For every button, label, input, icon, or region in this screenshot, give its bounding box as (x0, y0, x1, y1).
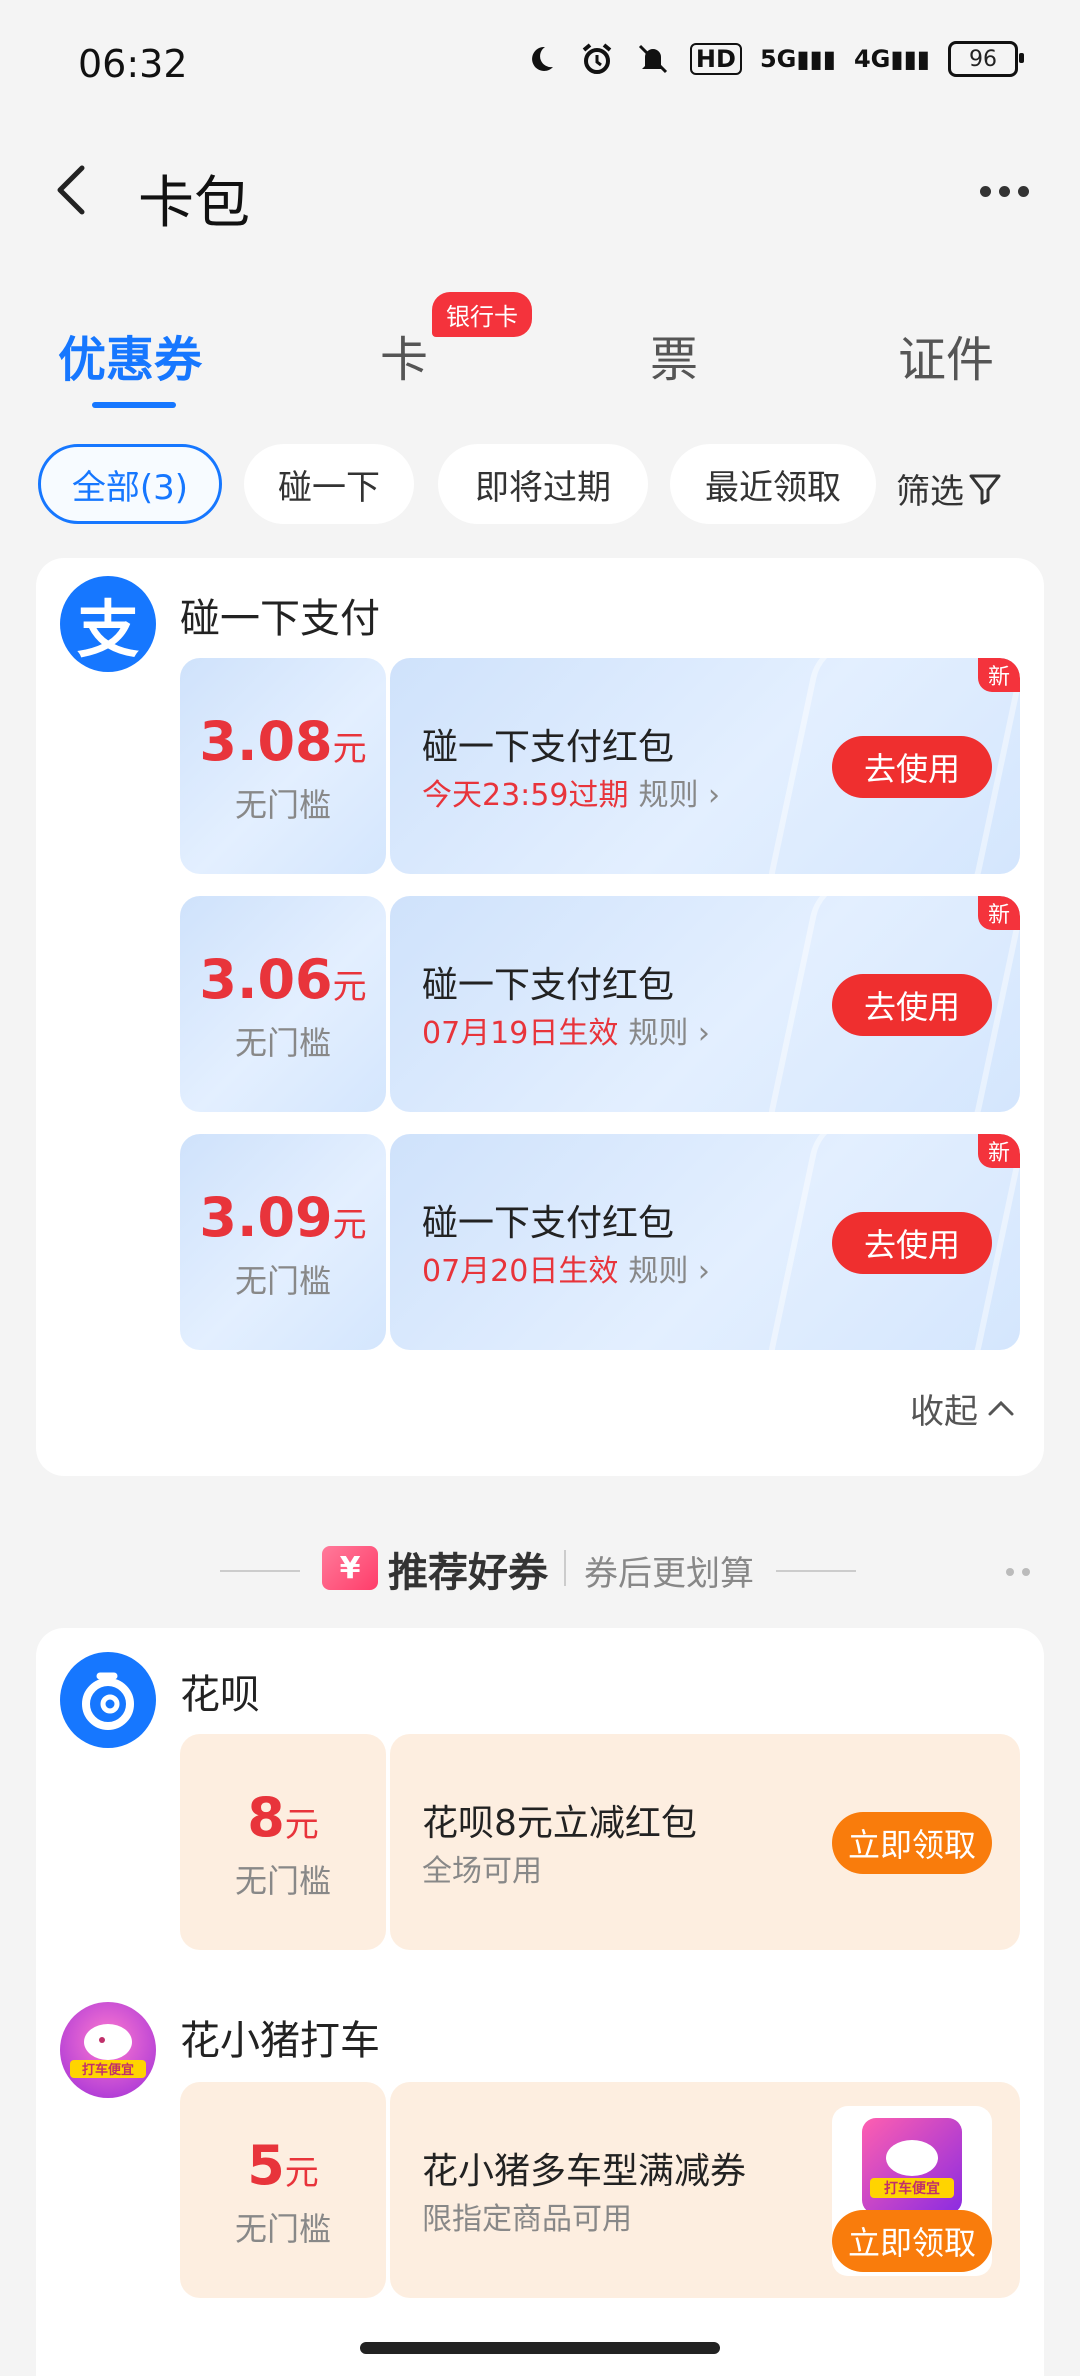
battery-level: 96 (969, 46, 997, 72)
coupon-amount: 3.09元 (199, 1186, 367, 1249)
coupon-scope: 限指定商品可用 (422, 2202, 632, 2237)
more-dots-icon[interactable] (1006, 1568, 1030, 1576)
coupon-amount-panel: 3.09元 无门槛 (180, 1134, 386, 1350)
hd-icon: HD (689, 43, 742, 75)
huaxiaozhu-app-icon: 打车便宜 (862, 2118, 962, 2214)
coupon-title: 碰一下支付红包 (422, 1203, 675, 1244)
coupon-amount-panel: 5元 无门槛 (180, 2082, 386, 2298)
merchant-name: 花小猪打车 (180, 2018, 380, 2064)
alarm-icon (578, 40, 616, 78)
use-button[interactable]: 去使用 (832, 1212, 992, 1274)
new-badge: 新 (978, 1134, 1020, 1168)
coupon-amount-panel: 8元 无门槛 (180, 1734, 386, 1950)
coupon-amount-panel: 3.06元 无门槛 (180, 896, 386, 1112)
coupon-status: 07月20日生效 规则 › (422, 1254, 710, 1289)
tab-coupons[interactable]: 优惠券 (58, 320, 202, 390)
merchant-name: 碰一下支付 (180, 596, 380, 642)
signal-4g-icon: 4G▮▮▮ (853, 45, 930, 73)
use-button[interactable]: 去使用 (832, 974, 992, 1036)
coupon-title: 碰一下支付红包 (422, 965, 675, 1006)
tab-tickets[interactable]: 票 (650, 320, 698, 390)
coupon-amount: 3.08元 (199, 710, 367, 773)
huabei-logo (60, 1652, 156, 1748)
chip-recent[interactable]: 最近领取 (670, 444, 876, 524)
back-icon[interactable] (44, 160, 104, 220)
status-icons: HD 5G▮▮▮ 4G▮▮▮ 96 (522, 40, 1024, 78)
home-indicator[interactable] (360, 2342, 720, 2354)
coupon-threshold: 无门槛 (234, 1862, 331, 1900)
coupon-threshold: 无门槛 (234, 2210, 331, 2248)
coupon-yen-icon: ¥ (322, 1546, 378, 1590)
coupon-item[interactable]: 3.08元 无门槛 碰一下支付红包 今天23:59过期 规则 › 去使用 新 (180, 658, 1020, 874)
claim-button[interactable]: 立即领取 (832, 2210, 992, 2272)
nav-bar: 卡包 (0, 140, 1080, 240)
svg-text:打车便宜: 打车便宜 (82, 2062, 134, 2078)
merchant-name: 花呗 (180, 1672, 260, 1718)
coupon-info-panel: 碰一下支付红包 今天23:59过期 规则 › 去使用 新 (390, 658, 1020, 874)
claim-button[interactable]: 立即领取 (832, 1812, 992, 1874)
coupon-threshold: 无门槛 (234, 1024, 331, 1062)
more-icon[interactable] (980, 176, 1040, 206)
coupon-title: 花呗8元立减红包 (422, 1803, 697, 1844)
collapse-label: 收起 (910, 1392, 978, 1432)
coupon-scope: 全场可用 (422, 1854, 542, 1889)
chevron-up-icon (988, 1400, 1014, 1415)
coupon-info-panel: 花呗8元立减红包 全场可用 立即领取 (390, 1734, 1020, 1950)
active-tab-indicator (92, 402, 176, 408)
coupon-amount: 5元 (247, 2134, 319, 2197)
coupon-title: 花小猪多车型满减券 (422, 2151, 747, 2192)
filter-chips: 全部(3) 碰一下 即将过期 最近领取 筛选 (38, 444, 1048, 528)
rule-link[interactable]: 规则 › (628, 1254, 710, 1289)
bank-card-badge: 银行卡 (432, 292, 532, 337)
recommend-title: 推荐好券 (388, 1550, 548, 1596)
coupon-amount: 3.06元 (199, 948, 367, 1011)
rule-link[interactable]: 规则 › (638, 778, 720, 813)
coupon-status: 今天23:59过期 规则 › (422, 778, 721, 813)
coupon-status: 07月19日生效 规则 › (422, 1016, 710, 1051)
coupon-item[interactable]: 3.09元 无门槛 碰一下支付红包 07月20日生效 规则 › 去使用 新 (180, 1134, 1020, 1350)
coupon-info-panel: 花小猪多车型满减券 限指定商品可用 打车便宜 立即领取 (390, 2082, 1020, 2298)
coupon-title: 碰一下支付红包 (422, 727, 675, 768)
tab-ids[interactable]: 证件 (898, 320, 994, 390)
recommend-card: 花呗 8元 无门槛 花呗8元立减红包 全场可用 立即领取 打车便宜 花小猪打车 … (36, 1628, 1044, 2376)
coupon-threshold: 无门槛 (234, 1262, 331, 1300)
divider-line (220, 1570, 300, 1572)
chip-expiring[interactable]: 即将过期 (438, 444, 648, 524)
recommend-header: ¥ 推荐好券 券后更划算 (0, 1540, 1080, 1600)
alipay-logo: 支 (60, 576, 156, 672)
tab-bar: 优惠券 卡 票 证件 (0, 310, 1080, 410)
coupon-item[interactable]: 5元 无门槛 花小猪多车型满减券 限指定商品可用 打车便宜 立即领取 (180, 2082, 1020, 2298)
status-time: 06:32 (78, 42, 188, 86)
battery-icon: 96 (948, 41, 1024, 77)
filter-label: 筛选 (896, 472, 964, 512)
signal-5g-icon: 5G▮▮▮ (759, 45, 836, 73)
tab-cards[interactable]: 卡 (380, 320, 428, 390)
chip-tap[interactable]: 碰一下 (244, 444, 414, 524)
coupon-item[interactable]: 8元 无门槛 花呗8元立减红包 全场可用 立即领取 (180, 1734, 1020, 1950)
rule-link[interactable]: 规则 › (628, 1016, 710, 1051)
merchant-card-tap-pay: 支 碰一下支付 3.08元 无门槛 碰一下支付红包 今天23:59过期 规则 › … (36, 558, 1044, 1476)
huaxiaozhu-logo: 打车便宜 (60, 2002, 156, 2098)
new-badge: 新 (978, 896, 1020, 930)
separator (564, 1550, 566, 1586)
coupon-amount: 8元 (247, 1786, 319, 1849)
coupon-item[interactable]: 3.06元 无门槛 碰一下支付红包 07月19日生效 规则 › 去使用 新 (180, 896, 1020, 1112)
use-button[interactable]: 去使用 (832, 736, 992, 798)
divider-line (776, 1570, 856, 1572)
new-badge: 新 (978, 658, 1020, 692)
collapse-button[interactable]: 收起 (910, 1384, 1018, 1433)
chip-all[interactable]: 全部(3) (38, 444, 222, 524)
coupon-info-panel: 碰一下支付红包 07月20日生效 规则 › 去使用 新 (390, 1134, 1020, 1350)
status-bar: 06:32 HD 5G▮▮▮ 4G▮▮▮ 96 (0, 0, 1080, 130)
coupon-threshold: 无门槛 (234, 786, 331, 824)
svg-text:打车便宜: 打车便宜 (884, 2180, 940, 2197)
coupon-amount-panel: 3.08元 无门槛 (180, 658, 386, 874)
moon-icon (522, 40, 560, 78)
filter-icon (969, 474, 1001, 504)
mute-icon (634, 40, 672, 78)
recommend-subtitle: 券后更划算 (584, 1554, 754, 1594)
filter-button[interactable]: 筛选 (896, 464, 1002, 513)
coupon-info-panel: 碰一下支付红包 07月19日生效 规则 › 去使用 新 (390, 896, 1020, 1112)
page-title: 卡包 (138, 171, 250, 236)
